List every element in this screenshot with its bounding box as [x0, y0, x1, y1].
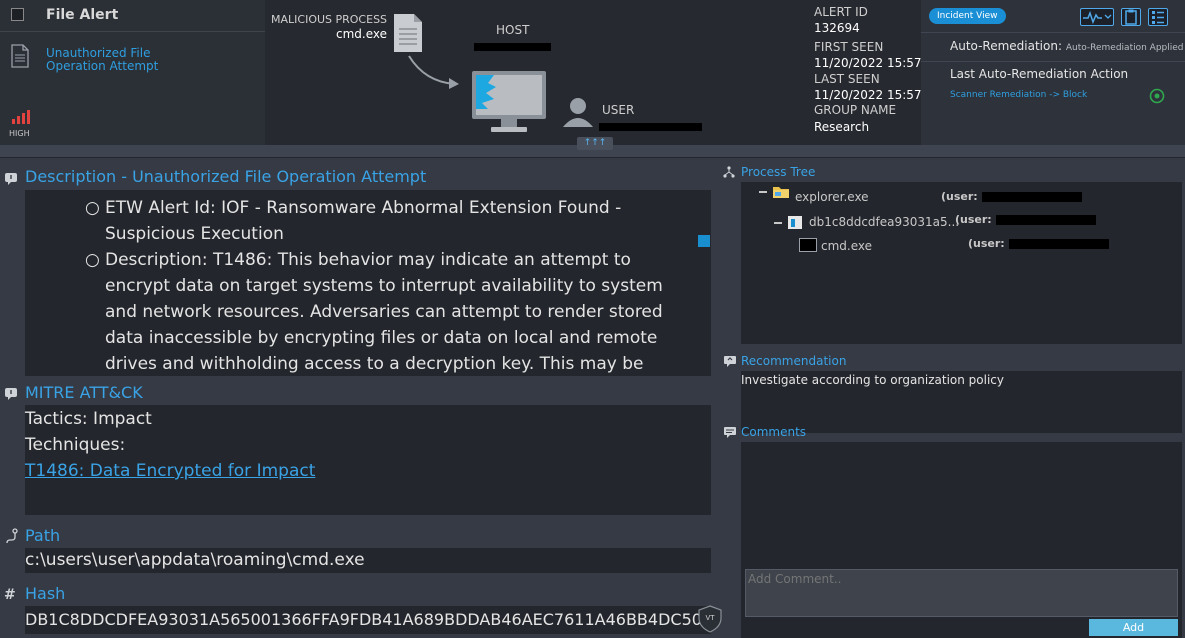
alert-id-label: ALERT ID	[814, 5, 868, 19]
process-node-name[interactable]: db1c8ddcdfea93031a5...	[809, 215, 959, 229]
divider	[921, 32, 1185, 33]
recommendation-box: Investigate according to organization po…	[741, 371, 1182, 433]
severity-label: HIGH	[9, 129, 30, 138]
attack-graphic-panel: MALICIOUS PROCESS cmd.exe HOST USER	[265, 0, 810, 145]
status-ok-icon	[1149, 88, 1165, 107]
last-action-link[interactable]: Scanner Remediation -> Block	[950, 90, 1087, 100]
technique-link[interactable]: T1486: Data Encrypted for Impact	[25, 461, 315, 481]
path-value: c:\users\user\appdata\roaming\cmd.exe	[25, 550, 365, 570]
alert-type-title: File Alert	[46, 7, 119, 23]
bullet-text: Description: T1486: This behavior may in…	[105, 250, 663, 374]
remediation-panel: Incident View Auto-Remediation: Auto-Rem…	[921, 0, 1185, 145]
document-icon	[11, 44, 29, 71]
path-title: Path	[25, 526, 61, 545]
malicious-process-label: MALICIOUS PROCESS	[271, 13, 388, 26]
process-node-name[interactable]: cmd.exe	[821, 239, 872, 253]
alert-summary-panel: File Alert Unauthorized File Operation A…	[0, 0, 265, 145]
clipboard-icon[interactable]	[1121, 8, 1141, 26]
severity-bars-icon	[12, 110, 30, 127]
comment-icon	[4, 387, 18, 404]
hash-title: Hash	[25, 584, 66, 603]
auto-remediation-row: Auto-Remediation: Auto-Remediation Appli…	[950, 39, 1184, 53]
user-label: (user:	[968, 237, 1005, 250]
auto-remediation-label: Auto-Remediation:	[950, 39, 1063, 53]
auto-remediation-value: Auto-Remediation Applied	[1065, 43, 1184, 53]
hash-box: DB1C8DDCDFEA93031A565001366FFA9FDB41A689…	[25, 606, 711, 634]
select-checkbox[interactable]	[11, 8, 24, 21]
alert-id-value: 132694	[814, 21, 860, 35]
divider	[921, 61, 1185, 62]
incident-view-button[interactable]: Incident View	[929, 8, 1006, 24]
divider	[0, 31, 265, 32]
folder-icon	[772, 185, 790, 202]
host-value-redacted	[474, 39, 551, 51]
process-node-user: (user:	[955, 213, 1096, 226]
bullet-text: ETW Alert Id: IOF - Ransomware Abnormal …	[105, 198, 622, 244]
process-node-user: (user:	[968, 237, 1109, 250]
hash-icon: #	[4, 587, 16, 603]
user-icon[interactable]	[562, 96, 594, 131]
comment-icon	[4, 172, 18, 189]
process-tree-box: explorer.exe (user: db1c8ddcdfea93031a5.…	[741, 182, 1182, 344]
vt-label: VT	[705, 614, 715, 622]
last-action-label: Last Auto-Remediation Action	[950, 67, 1129, 81]
description-bullet: ○ ETW Alert Id: IOF - Ransomware Abnorma…	[85, 198, 622, 244]
host-label: HOST	[496, 23, 530, 37]
virustotal-button[interactable]: VT	[697, 605, 723, 633]
malicious-process-value: cmd.exe	[336, 27, 388, 41]
recommendation-text: Investigate according to organization po…	[741, 373, 1005, 387]
hash-value: DB1C8DDCDFEA93031A565001366FFA9FDB41A689…	[25, 610, 702, 629]
comments-icon	[723, 426, 737, 441]
description-box: ○ ETW Alert Id: IOF - Ransomware Abnorma…	[25, 190, 711, 376]
arrow-icon	[405, 52, 465, 95]
collapse-toggle[interactable]	[759, 191, 767, 193]
comment-input[interactable]	[745, 569, 1178, 617]
file-icon[interactable]	[393, 13, 423, 56]
route-icon	[3, 528, 19, 547]
description-bullet: ○ Description: T1486: This behavior may …	[85, 247, 685, 376]
first-seen-label: FIRST SEEN	[814, 40, 884, 54]
user-value-redacted	[599, 119, 702, 131]
list-icon[interactable]	[1148, 8, 1168, 26]
process-tree-icon	[723, 166, 735, 181]
group-name-value: Research	[814, 120, 870, 134]
user-label: (user:	[955, 213, 992, 226]
mitre-title: MITRE ATT&CK	[25, 383, 143, 402]
mitre-box: Tactics: Impact Techniques: T1486: Data …	[25, 405, 711, 515]
collapse-toggle[interactable]	[774, 222, 782, 224]
path-box: c:\users\user\appdata\roaming\cmd.exe	[25, 548, 711, 573]
mitre-techniques-label: Techniques:	[25, 435, 126, 455]
group-name-label: GROUP NAME	[814, 103, 897, 117]
expand-header-button[interactable]: ↑↑↑	[577, 137, 613, 150]
activity-chart-icon[interactable]	[1080, 8, 1114, 26]
host-monitor-icon[interactable]	[471, 70, 547, 137]
description-title: Description - Unauthorized File Operatio…	[25, 167, 427, 186]
comments-title: Comments	[741, 425, 807, 439]
process-tree-title: Process Tree	[741, 165, 816, 179]
last-seen-label: LAST SEEN	[814, 72, 880, 86]
user-label: (user:	[941, 190, 978, 203]
recommendation-title: Recommendation	[741, 354, 847, 368]
process-node-user: (user:	[941, 190, 1082, 203]
first-seen-value: 11/20/2022 15:57	[814, 56, 922, 70]
process-node-name[interactable]: explorer.exe	[795, 190, 869, 204]
alert-name-link[interactable]: Unauthorized File Operation Attempt	[46, 47, 186, 73]
recommendation-icon	[723, 355, 737, 370]
last-seen-value: 11/20/2022 15:57	[814, 88, 922, 102]
alert-meta-panel: ALERT ID 132694 FIRST SEEN 11/20/2022 15…	[810, 0, 922, 145]
app-icon	[788, 216, 802, 229]
mitre-tactics: Tactics: Impact	[25, 409, 152, 429]
user-label: USER	[602, 103, 635, 117]
add-comment-button[interactable]: Add	[1089, 619, 1178, 636]
scrollbar-thumb[interactable]	[698, 235, 710, 247]
console-icon	[799, 238, 817, 252]
